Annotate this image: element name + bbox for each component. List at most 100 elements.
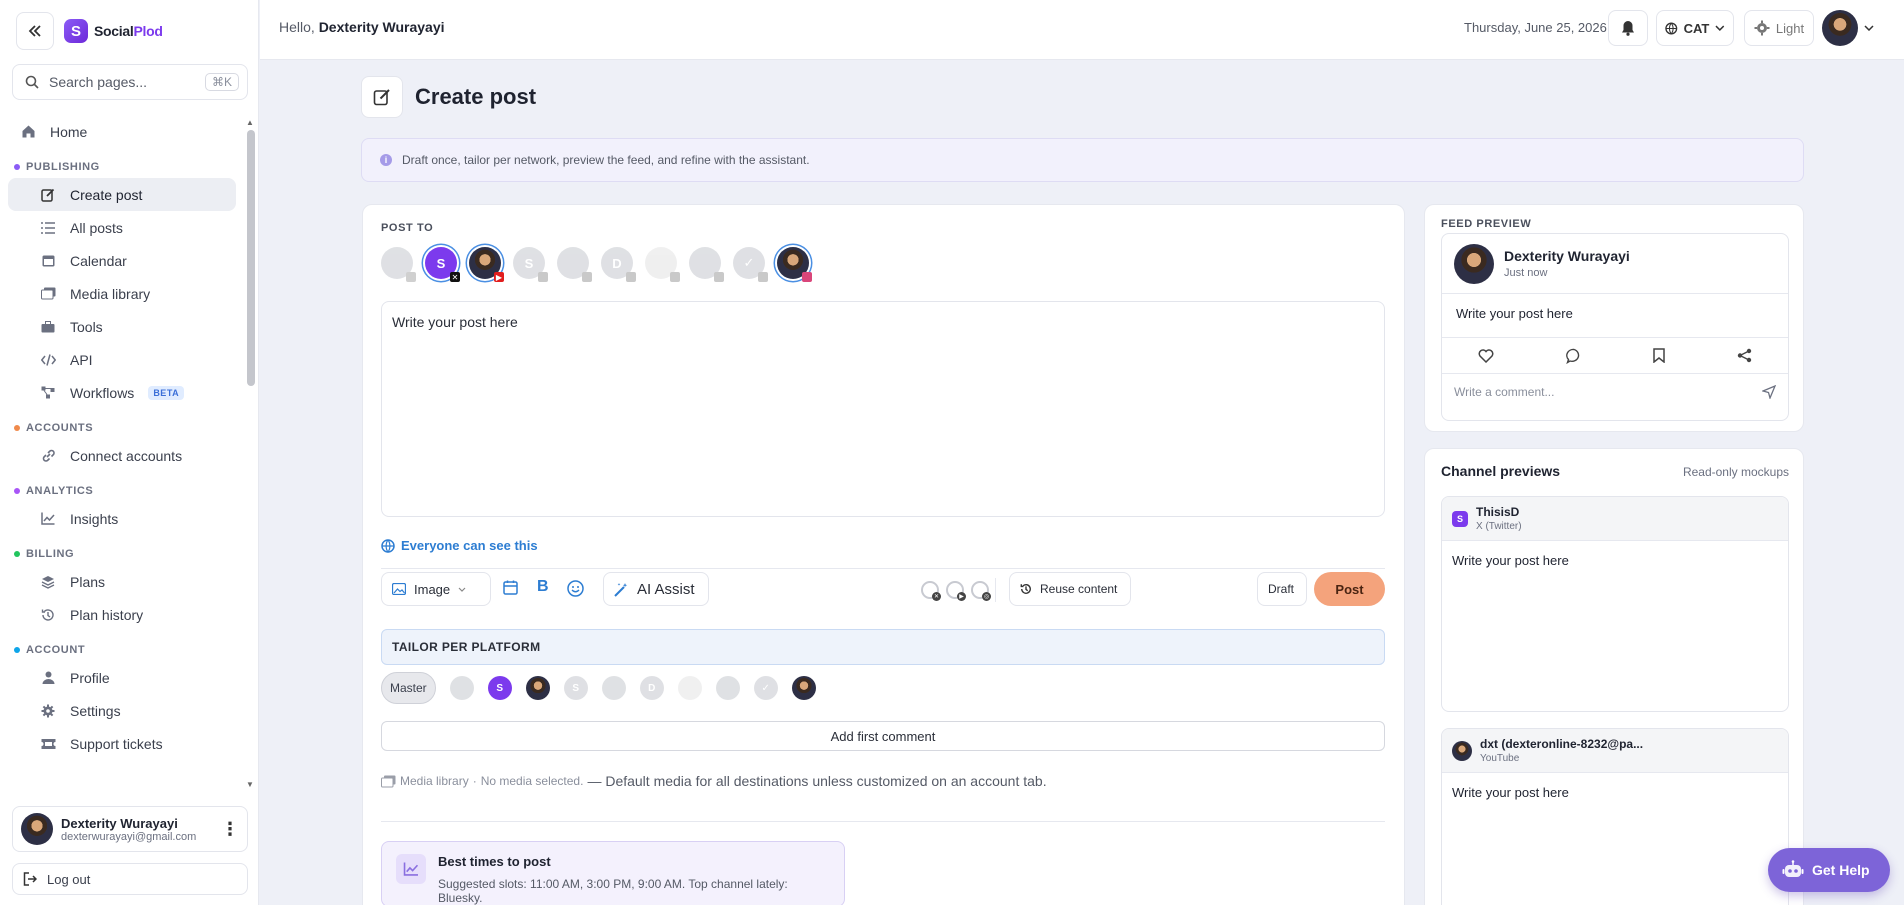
x-icon: ✕ bbox=[450, 272, 460, 282]
brand[interactable]: S SocialPlod bbox=[64, 19, 163, 43]
scroll-down-icon[interactable]: ▼ bbox=[246, 780, 254, 789]
get-help-button[interactable]: Get Help bbox=[1768, 848, 1890, 892]
tab-account-instagram[interactable] bbox=[791, 676, 816, 700]
sidebar-item-label: Tools bbox=[70, 318, 103, 335]
account-avatar[interactable] bbox=[645, 247, 680, 282]
sidebar-item-calendar[interactable]: Calendar bbox=[8, 244, 236, 277]
sidebar-item-label: Profile bbox=[70, 669, 110, 686]
sidebar-item-workflows[interactable]: Workflows BETA bbox=[8, 376, 236, 409]
tab-account[interactable]: D bbox=[639, 676, 664, 700]
robot-icon bbox=[1782, 860, 1804, 877]
tab-account[interactable]: ✓ bbox=[753, 676, 778, 700]
reuse-content-button[interactable]: Reuse content bbox=[1009, 572, 1131, 606]
account-avatar[interactable] bbox=[557, 247, 592, 282]
sidebar-item-support-tickets[interactable]: Support tickets bbox=[8, 727, 236, 760]
sidebar-item-tools[interactable]: Tools bbox=[8, 310, 236, 343]
bold-icon[interactable]: B bbox=[537, 578, 549, 596]
tab-account[interactable] bbox=[677, 676, 702, 700]
sidebar-item-connect-accounts[interactable]: Connect accounts bbox=[8, 439, 236, 472]
account-avatar-thisisd[interactable]: S ✕ bbox=[425, 247, 460, 282]
draft-button[interactable]: Draft bbox=[1257, 572, 1307, 606]
best-times-subtitle: Suggested slots: 11:00 AM, 3:00 PM, 9:00… bbox=[438, 877, 788, 905]
chart-line-icon bbox=[40, 511, 56, 527]
channel-body: Write your post here bbox=[1452, 785, 1569, 800]
comment-input[interactable]: Write a comment... bbox=[1442, 374, 1788, 410]
sidebar-item-insights[interactable]: Insights bbox=[8, 502, 236, 535]
sidebar-item-api[interactable]: API bbox=[8, 343, 236, 376]
post-to-label: POST TO bbox=[381, 222, 434, 234]
feed-preview-card: Dexterity Wurayayi Just now Write your p… bbox=[1441, 233, 1789, 421]
send-icon[interactable] bbox=[1762, 385, 1776, 399]
page-header: Create post bbox=[361, 76, 536, 118]
channel-card-x: S ThisisD X (Twitter) Write your post he… bbox=[1441, 496, 1789, 712]
account-avatar[interactable] bbox=[689, 247, 724, 282]
tab-account[interactable]: S bbox=[563, 676, 588, 700]
best-times-title: Best times to post bbox=[438, 854, 551, 869]
avatar bbox=[1452, 740, 1472, 761]
page-title: Create post bbox=[415, 84, 537, 109]
post-button[interactable]: Post bbox=[1314, 572, 1385, 606]
logout-button[interactable]: Log out bbox=[12, 863, 248, 895]
layers-icon bbox=[40, 574, 56, 590]
account-avatar[interactable] bbox=[381, 247, 416, 282]
search-input[interactable]: Search pages... ⌘K bbox=[12, 64, 248, 100]
media-line: Media library · No media selected. — Def… bbox=[381, 773, 1047, 789]
add-first-comment-button[interactable]: Add first comment bbox=[381, 721, 1385, 751]
calendar-icon[interactable] bbox=[503, 580, 518, 600]
char-count-instagram: ◎ bbox=[971, 581, 991, 601]
sidebar-item-profile[interactable]: Profile bbox=[8, 661, 236, 694]
collapse-sidebar-button[interactable] bbox=[16, 12, 54, 50]
tab-account[interactable] bbox=[715, 676, 740, 700]
sidebar-scrollbar[interactable] bbox=[247, 130, 255, 386]
sidebar-item-create-post[interactable]: Create post bbox=[8, 178, 236, 211]
list-icon bbox=[40, 220, 56, 236]
sidebar-item-plan-history[interactable]: Plan history bbox=[8, 598, 236, 631]
section-account: ACCOUNT bbox=[8, 639, 236, 661]
emoji-icon[interactable] bbox=[567, 580, 584, 602]
tab-account[interactable] bbox=[449, 676, 474, 700]
notifications-button[interactable] bbox=[1608, 10, 1648, 46]
avatar bbox=[21, 813, 53, 845]
sidebar-item-media-library[interactable]: Media library bbox=[8, 277, 236, 310]
scroll-up-icon[interactable]: ▲ bbox=[246, 118, 254, 127]
sidebar-item-settings[interactable]: Settings bbox=[8, 694, 236, 727]
channel-network: X (Twitter) bbox=[1476, 521, 1522, 532]
theme-toggle[interactable]: Light bbox=[1744, 10, 1814, 46]
tailor-per-platform[interactable]: TAILOR PER PLATFORM bbox=[381, 629, 1385, 665]
search-shortcut: ⌘K bbox=[204, 73, 239, 91]
sidebar-item-label: Insights bbox=[70, 510, 119, 527]
sidebar-item-home[interactable]: Home bbox=[8, 115, 236, 148]
tab-master[interactable]: Master bbox=[381, 672, 436, 704]
brand-logo: S bbox=[64, 19, 88, 43]
section-publishing: PUBLISHING bbox=[8, 156, 236, 178]
media-library-link[interactable]: Media library bbox=[400, 774, 469, 788]
heart-icon[interactable] bbox=[1478, 348, 1494, 363]
account-avatar[interactable]: D bbox=[601, 247, 636, 282]
sidebar-nav: Home PUBLISHING Create post All posts Ca… bbox=[8, 115, 236, 760]
language-select[interactable]: CAT bbox=[1656, 10, 1734, 46]
bookmark-icon[interactable] bbox=[1653, 348, 1666, 363]
tab-account[interactable] bbox=[601, 676, 626, 700]
visibility-button[interactable]: Everyone can see this bbox=[381, 538, 538, 553]
image-select[interactable]: Image bbox=[381, 572, 491, 606]
more-vertical-icon[interactable]: ⋮ bbox=[221, 819, 239, 840]
tab-account-youtube[interactable] bbox=[525, 676, 550, 700]
post-textarea[interactable]: Write your post here bbox=[381, 301, 1385, 517]
account-avatar[interactable]: S bbox=[513, 247, 548, 282]
brand-name: SocialPlod bbox=[94, 23, 163, 39]
account-avatar-instagram[interactable] bbox=[777, 247, 812, 282]
account-avatar-youtube[interactable]: ▶ bbox=[469, 247, 504, 282]
comment-icon[interactable] bbox=[1565, 348, 1582, 364]
sidebar-item-plans[interactable]: Plans bbox=[8, 565, 236, 598]
account-avatar[interactable]: ✓ bbox=[733, 247, 768, 282]
account-menu-button[interactable] bbox=[1822, 10, 1874, 46]
tab-account-thisisd[interactable]: S bbox=[487, 676, 512, 700]
share-icon[interactable] bbox=[1737, 348, 1752, 363]
edit-icon bbox=[40, 187, 56, 203]
sidebar-item-label: Support tickets bbox=[70, 735, 163, 752]
ai-assist-button[interactable]: AI Assist bbox=[603, 572, 709, 606]
sidebar-item-all-posts[interactable]: All posts bbox=[8, 211, 236, 244]
account-selector: S ✕ ▶ S D ✓ bbox=[381, 247, 812, 282]
user-card[interactable]: Dexterity Wurayayi dexterwurayayi@gmail.… bbox=[12, 806, 248, 852]
code-icon bbox=[40, 352, 56, 368]
